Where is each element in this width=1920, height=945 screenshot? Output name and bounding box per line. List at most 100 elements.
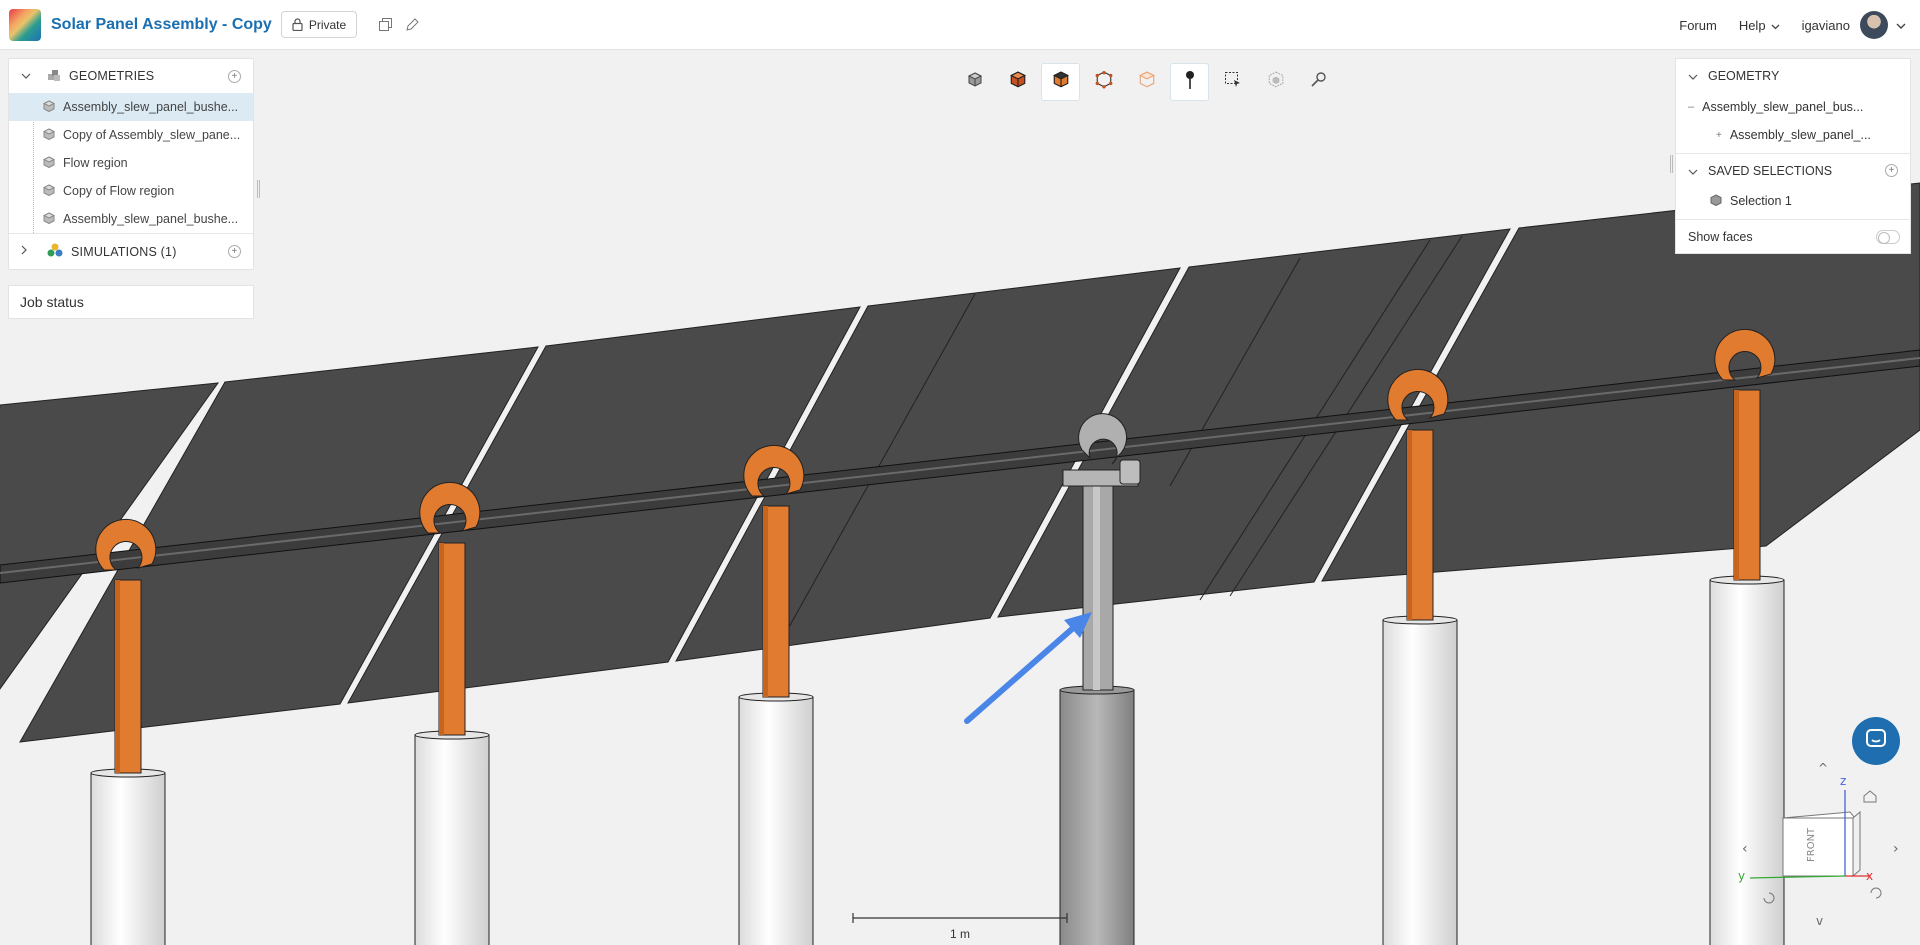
chevron-down-icon[interactable] [21,71,35,82]
add-simulation-button[interactable]: + [228,245,241,258]
privacy-label: Private [308,17,347,32]
chevron-down-icon [1771,18,1780,33]
geometry-item[interactable]: Assembly_slew_panel_bushe... [9,205,253,233]
view-mode-tool[interactable] [955,63,994,101]
svg-text:‹: ‹ [1742,841,1748,857]
chat-support-button[interactable] [1852,717,1900,765]
3d-viewport[interactable]: ^ › ‹ v FRONT z y x [0,50,1920,945]
show-faces-row: Show faces [1676,219,1910,253]
svg-text:v: v [1816,914,1823,928]
geometry-child-label: Assembly_slew_panel_... [1729,128,1871,142]
saved-selections-label: SAVED SELECTIONS [1708,163,1833,178]
point-picker-tool[interactable] [1170,63,1209,101]
geometries-header[interactable]: GEOMETRIES + [9,59,253,93]
selected-cube-icon [1052,70,1070,94]
geometry-icon [42,211,56,227]
left-panel-resize-handle[interactable] [257,180,260,198]
add-selection-button[interactable]: + [1885,164,1898,177]
selection-item[interactable]: Selection 1 [1676,187,1910,215]
geometry-item[interactable]: Copy of Flow region [9,177,253,205]
lock-icon [292,18,303,31]
box-select-icon [1224,71,1242,94]
show-faces-toggle[interactable] [1876,230,1900,244]
expand-icon[interactable]: + [1716,130,1722,141]
geometry-icon [42,99,56,115]
measure-icon [1310,71,1328,94]
show-faces-label: Show faces [1688,229,1753,244]
geometry-icon [42,155,56,171]
top-bar: Solar Panel Assembly - Copy Private Foru… [0,0,1920,50]
right-panel-resize-handle[interactable] [1670,155,1673,173]
vertex-cube-icon [1095,70,1113,94]
geometry-child-item[interactable]: + Assembly_slew_panel_... [1676,121,1910,149]
geometry-item[interactable]: Assembly_slew_panel_bushe... [9,93,253,121]
geometry-item[interactable]: Flow region [9,149,253,177]
geometry-label: Copy of Flow region [63,184,175,198]
help-label: Help [1738,17,1766,33]
simscale-logo[interactable] [9,8,41,41]
avatar[interactable] [1860,11,1888,39]
transparent-view-tool[interactable] [1127,63,1166,101]
chevron-right-icon[interactable] [21,245,35,258]
geometry-tree-header[interactable]: GEOMETRY [1676,59,1910,93]
username-label[interactable]: igaviano [1802,18,1850,33]
collapse-icon[interactable]: – [1688,101,1694,113]
selection-label: Selection 1 [1730,194,1792,208]
geometry-label: Flow region [63,156,128,170]
job-status-panel[interactable]: Job status [8,285,254,319]
geometry-label: GEOMETRY [1708,69,1780,83]
add-geometry-button[interactable]: + [228,69,241,83]
transparent-cube-icon [1138,70,1156,94]
view-mode-icon [967,71,983,93]
geometry-icon [42,127,56,143]
chevron-down-icon[interactable] [1688,69,1698,83]
hide-icon [1267,70,1285,94]
scale-bar [852,913,1068,923]
geometry-icon [42,183,56,199]
right-panel: GEOMETRY – Assembly_slew_panel_bus... + … [1675,58,1911,254]
vertex-select-tool[interactable] [1084,63,1123,101]
geometry-root-label: Assembly_slew_panel_bus... [1702,100,1864,114]
geometries-icon [47,68,61,85]
solid-view-tool[interactable] [998,63,1037,101]
geometry-list: Assembly_slew_panel_bushe... Copy of Asse… [9,93,253,233]
geometries-label: GEOMETRIES [69,69,155,83]
solid-cube-icon [1009,70,1027,94]
geometry-item[interactable]: Copy of Assembly_slew_pane... [9,121,253,149]
geometry-label: Copy of Assembly_slew_pane... [63,128,241,142]
scale-label: 1 m [950,927,971,941]
help-menu[interactable]: Help [1739,18,1780,33]
svg-text:^: ^ [1818,761,1828,775]
solar-panel-scene[interactable]: ^ › ‹ v FRONT z y x [0,50,1920,945]
svg-text:y: y [1738,869,1745,883]
saved-selections-header[interactable]: SAVED SELECTIONS + [1676,153,1910,187]
edit-pencil-icon[interactable] [406,18,419,31]
box-select-tool[interactable] [1213,63,1252,101]
privacy-badge[interactable]: Private [280,11,358,38]
simulations-header[interactable]: SIMULATIONS (1) + [9,233,253,269]
measure-tool[interactable] [1299,63,1338,101]
hide-tool[interactable] [1256,63,1295,101]
chat-icon [1865,728,1887,755]
surface-select-tool[interactable] [1041,63,1080,101]
copy-project-icon[interactable] [379,18,393,31]
svg-text:x: x [1866,869,1873,883]
top-bar-right: Forum Help igaviano [1679,0,1906,50]
point-picker-icon [1184,70,1196,95]
simulations-icon [47,243,63,260]
chevron-down-icon[interactable] [1688,164,1698,178]
svg-text:›: › [1893,841,1899,857]
geometry-root-item[interactable]: – Assembly_slew_panel_bus... [1676,93,1910,121]
svg-text:z: z [1840,774,1846,788]
project-title[interactable]: Solar Panel Assembly - Copy [51,16,272,34]
geometry-label: Assembly_slew_panel_bushe... [63,100,239,114]
left-panel: GEOMETRIES + Assembly_slew_panel_bushe..… [8,58,254,270]
simulations-label: SIMULATIONS (1) [71,244,177,259]
chevron-down-icon[interactable] [1896,18,1906,33]
selection-icon [1710,193,1722,209]
svg-text:FRONT: FRONT [1806,827,1817,862]
forum-link[interactable]: Forum [1679,18,1717,33]
job-status-label: Job status [20,294,84,310]
viewer-toolbar [955,63,1338,101]
geometry-label: Assembly_slew_panel_bushe... [63,212,239,226]
